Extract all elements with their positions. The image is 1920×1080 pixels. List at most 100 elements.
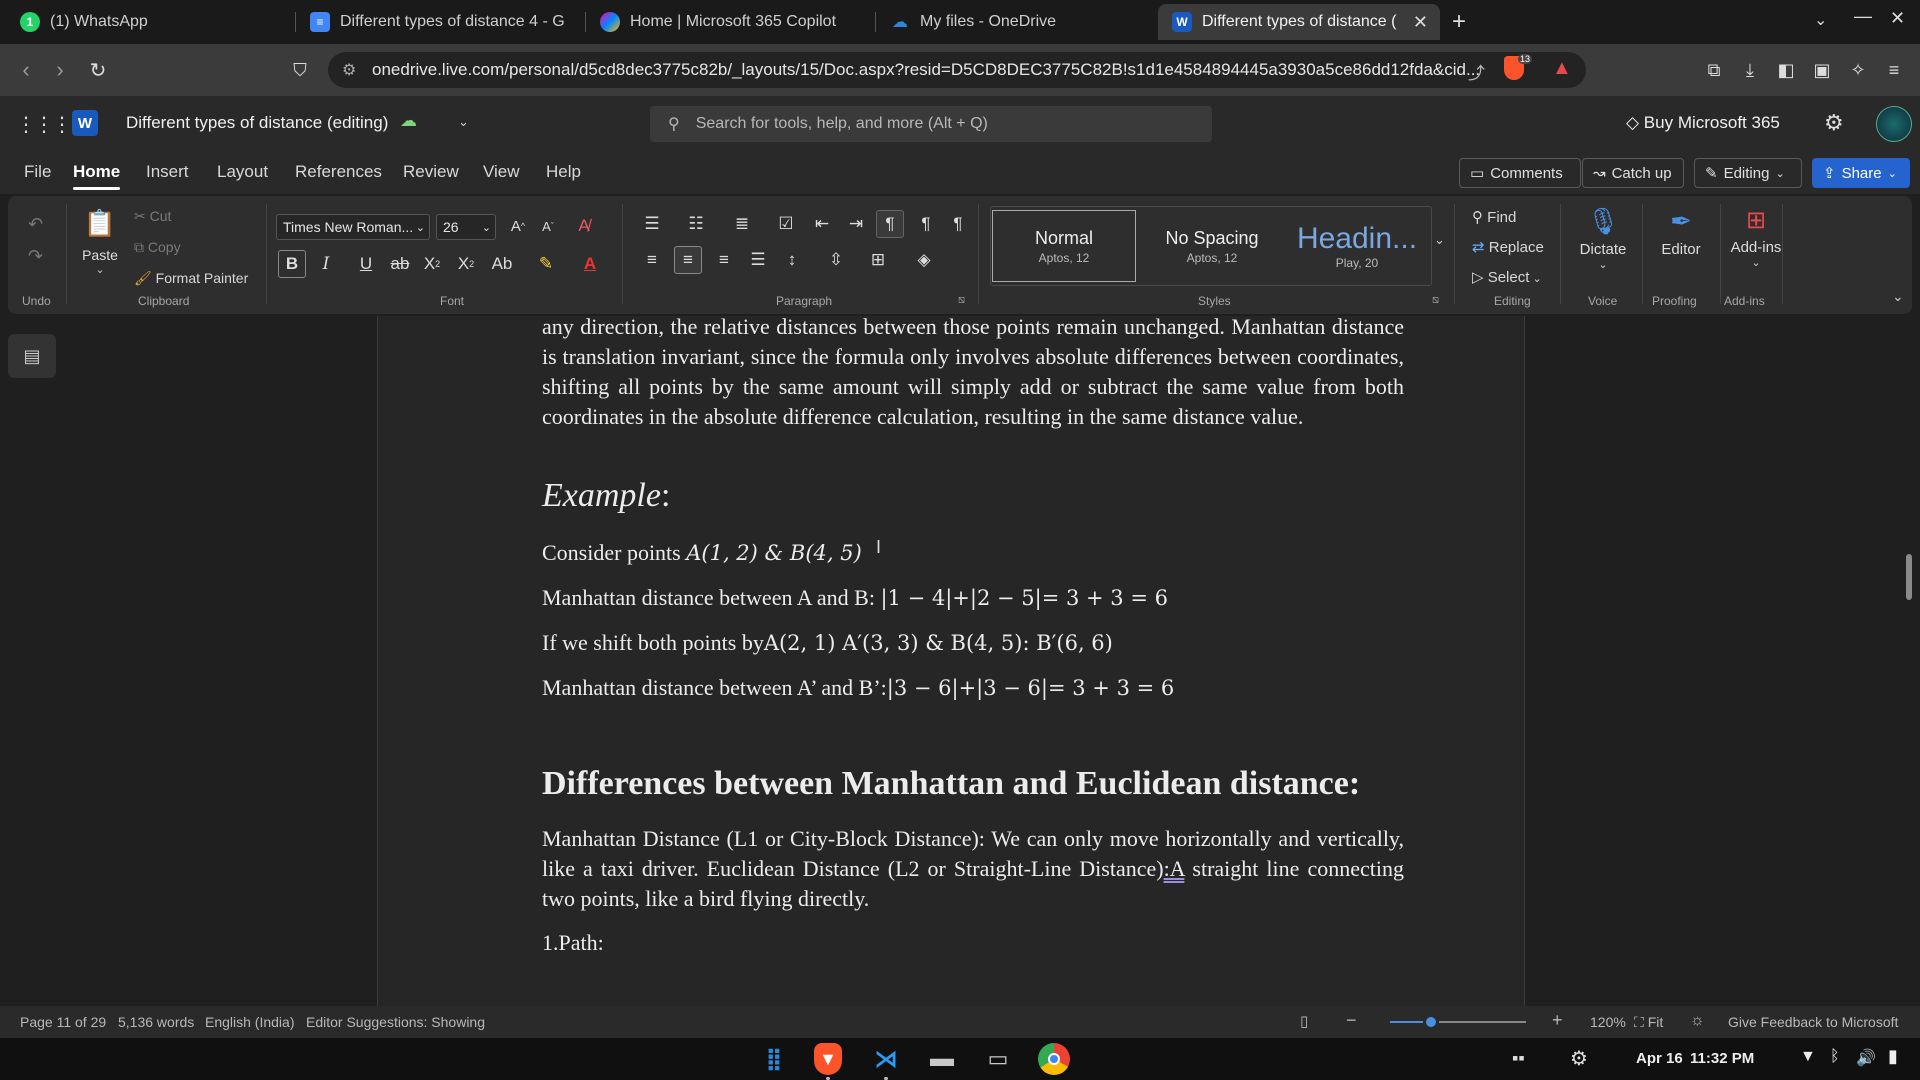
battery-icon[interactable]: ▮ <box>1888 1046 1898 1067</box>
chrome-icon[interactable] <box>1038 1043 1070 1075</box>
wallet-icon[interactable]: ▣ <box>1808 56 1836 84</box>
share-page-icon[interactable]: ⤴ <box>1468 59 1485 84</box>
terminal-icon[interactable]: ▭ <box>982 1043 1014 1075</box>
zoom-slider-thumb[interactable] <box>1422 1014 1439 1030</box>
editor-button[interactable]: ✒ Editor <box>1650 206 1712 258</box>
time-display[interactable]: 11:32 PM <box>1690 1050 1754 1067</box>
navigation-pane-icon[interactable]: ▤ <box>8 334 56 378</box>
superscript-button[interactable]: X2 <box>452 250 480 278</box>
extensions-icon[interactable]: ⧉ <box>1700 56 1728 84</box>
tab-references[interactable]: References <box>295 162 382 182</box>
flagged-text[interactable]: :A <box>1164 856 1185 881</box>
style-normal[interactable]: Normal Aptos, 12 <box>992 210 1136 282</box>
select-button[interactable]: ▷ Select ⌄ <box>1472 268 1542 286</box>
grow-font-icon[interactable]: A ^ <box>504 212 532 240</box>
copy-button[interactable]: ⧉ Copy <box>134 239 181 256</box>
font-color-icon[interactable]: A <box>576 250 604 278</box>
redo-icon[interactable]: ↷ <box>28 246 43 267</box>
start-menu-icon[interactable]: ⣿ <box>758 1043 790 1075</box>
vertical-scrollbar-thumb[interactable] <box>1906 554 1912 600</box>
styles-more-chevron-icon[interactable]: ⌄ <box>1434 232 1445 248</box>
cut-button[interactable]: ✂ Cut <box>134 208 171 225</box>
editing-mode-button[interactable]: ✎ Editing ⌄ <box>1694 158 1802 188</box>
font-name-select[interactable]: Times New Roman... ⌄ <box>276 214 430 240</box>
url-bar[interactable]: ⚙ onedrive.live.com/personal/d5cd8dec377… <box>328 52 1586 88</box>
date-display[interactable]: Apr 16 <box>1636 1050 1683 1067</box>
tab-list-chevron-icon[interactable]: ⌄ <box>1814 10 1827 30</box>
align-right-icon[interactable]: ≡ <box>710 246 738 274</box>
tab-layout[interactable]: Layout <box>217 162 268 182</box>
paste-button[interactable]: 📋 Paste ⌄ <box>82 208 118 288</box>
document-canvas[interactable]: ▤ any direction, the relative distances … <box>0 316 1920 1006</box>
undo-icon[interactable]: ↶ <box>28 214 43 235</box>
show-formatting-marks-icon[interactable]: ¶ <box>944 210 972 238</box>
shading-icon[interactable]: ◈ <box>910 246 938 274</box>
tab-google-docs[interactable]: ≡ Different types of distance 4 - G <box>296 4 586 40</box>
tab-insert[interactable]: Insert <box>146 162 189 182</box>
line-spacing-icon[interactable]: ↕ <box>778 246 806 274</box>
downloads-icon[interactable]: ⤓ <box>1736 56 1764 84</box>
forward-icon[interactable]: › <box>46 56 74 84</box>
borders-icon[interactable]: ⊞ <box>864 246 892 274</box>
rtl-paragraph-icon[interactable]: ¶ <box>912 210 940 238</box>
add-ins-button[interactable]: ⊞ Add-ins ⌄ <box>1722 206 1790 269</box>
zoom-slider[interactable] <box>1390 1014 1526 1030</box>
decrease-indent-icon[interactable]: ⇤ <box>808 210 836 238</box>
shrink-font-icon[interactable]: Aˇ <box>534 212 562 240</box>
tab-whatsapp[interactable]: 1 (1) WhatsApp <box>6 4 296 40</box>
tab-file[interactable]: File <box>24 162 51 182</box>
tab-onedrive[interactable]: ☁ My files - OneDrive <box>876 4 1166 40</box>
catch-up-button[interactable]: ↝ Catch up <box>1582 158 1684 188</box>
file-manager-icon[interactable]: ▬ <box>926 1043 958 1075</box>
dictate-button[interactable]: 🎙 Dictate ⌄ <box>1572 206 1634 271</box>
sidebar-toggle-icon[interactable]: ◧ <box>1772 56 1800 84</box>
site-info-icon[interactable]: ⚙ <box>342 60 356 80</box>
italic-button[interactable]: I <box>312 250 340 278</box>
page-view-icon[interactable]: ▯ <box>1300 1012 1308 1030</box>
word-count[interactable]: 5,136 words <box>118 1014 194 1030</box>
bookmark-icon[interactable]: ⛉ <box>286 56 314 84</box>
fit-button[interactable]: ⛶ Fit <box>1634 1014 1663 1031</box>
bold-button[interactable]: B <box>278 250 306 278</box>
brave-browser-icon[interactable]: ▼ <box>814 1043 842 1075</box>
tab-review[interactable]: Review <box>403 162 459 182</box>
give-feedback-link[interactable]: Give Feedback to Microsoft <box>1728 1014 1898 1030</box>
find-button[interactable]: ⚲ Find <box>1472 208 1516 226</box>
title-dropdown-chevron-icon[interactable]: ⌄ <box>458 114 469 130</box>
tab-view[interactable]: View <box>483 162 520 182</box>
checklist-icon[interactable]: ☑ <box>772 210 800 238</box>
underline-button[interactable]: U <box>352 250 380 278</box>
highlight-icon[interactable]: ✎ <box>532 250 560 278</box>
replace-button[interactable]: ⇄ Replace <box>1472 238 1544 256</box>
align-left-icon[interactable]: ≡ <box>638 246 666 274</box>
tab-help[interactable]: Help <box>546 162 581 182</box>
comments-button[interactable]: ▭ Comments <box>1459 158 1581 188</box>
wifi-icon[interactable]: ▼ <box>1800 1048 1816 1066</box>
word-logo-icon[interactable]: W <box>72 110 98 136</box>
vscode-icon[interactable]: ⋊ <box>870 1043 902 1075</box>
format-painter-button[interactable]: 🖌 Format Painter <box>134 270 248 287</box>
strikethrough-button[interactable]: ab <box>386 250 414 278</box>
volume-icon[interactable]: 🔊 <box>1856 1048 1876 1068</box>
align-center-icon[interactable]: ≡ <box>674 246 702 274</box>
ltr-paragraph-icon[interactable]: ¶ <box>876 210 904 238</box>
paragraph-spacing-icon[interactable]: ⇳ <box>822 246 850 274</box>
app-launcher-icon[interactable]: ⋮⋮⋮ <box>16 112 72 137</box>
increase-indent-icon[interactable]: ⇥ <box>842 210 870 238</box>
leo-ai-icon[interactable]: ✧ <box>1844 56 1872 84</box>
close-tab-icon[interactable]: ✕ <box>1413 12 1428 33</box>
language-indicator[interactable]: English (India) <box>205 1014 295 1030</box>
settings-gear-icon[interactable]: ⚙ <box>1824 110 1844 136</box>
justify-icon[interactable]: ☰ <box>744 246 772 274</box>
new-tab-icon[interactable]: + <box>1452 8 1466 36</box>
paragraph-settings-launcher-icon[interactable]: ⧅ <box>958 294 965 307</box>
reload-icon[interactable]: ↻ <box>84 56 112 84</box>
tab-word-active[interactable]: W Different types of distance ( ✕ <box>1158 4 1440 40</box>
style-heading[interactable]: Headin... Play, 20 <box>1288 210 1426 282</box>
close-window-icon[interactable]: ✕ <box>1890 8 1905 29</box>
tab-home[interactable]: Home <box>73 162 121 190</box>
editor-suggestions-status[interactable]: Editor Suggestions: Showing <box>306 1014 485 1030</box>
settings-gear-icon[interactable]: ⚙ <box>1570 1046 1588 1071</box>
styles-launcher-icon[interactable]: ⧅ <box>1432 294 1439 307</box>
document-page[interactable]: any direction, the relative distances be… <box>377 316 1525 1006</box>
